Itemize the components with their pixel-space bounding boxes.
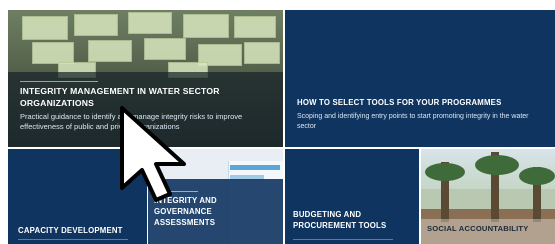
tile-title: SOCIAL ACCOUNTABILITY xyxy=(427,224,529,233)
tile-title: BUDGETING AND PROCUREMENT TOOLS xyxy=(293,210,387,230)
faded-text-line xyxy=(293,239,393,240)
title-rule xyxy=(20,81,98,82)
tile-budgeting-procurement[interactable]: BUDGETING AND PROCUREMENT TOOLS xyxy=(285,149,419,244)
tile-social-accountability[interactable]: SOCIAL ACCOUNTABILITY xyxy=(421,149,555,244)
tile-select-tools[interactable]: HOW TO SELECT TOOLS FOR YOUR PROGRAMMES … xyxy=(285,10,555,147)
mouse-pointer-icon xyxy=(120,106,186,202)
faded-text-line xyxy=(18,239,128,240)
tile-title: CAPACITY DEVELOPMENT xyxy=(18,226,123,235)
tile-title: HOW TO SELECT TOOLS FOR YOUR PROGRAMMES xyxy=(297,98,502,107)
tile-description: Scoping and identifying entry points to … xyxy=(297,113,529,130)
